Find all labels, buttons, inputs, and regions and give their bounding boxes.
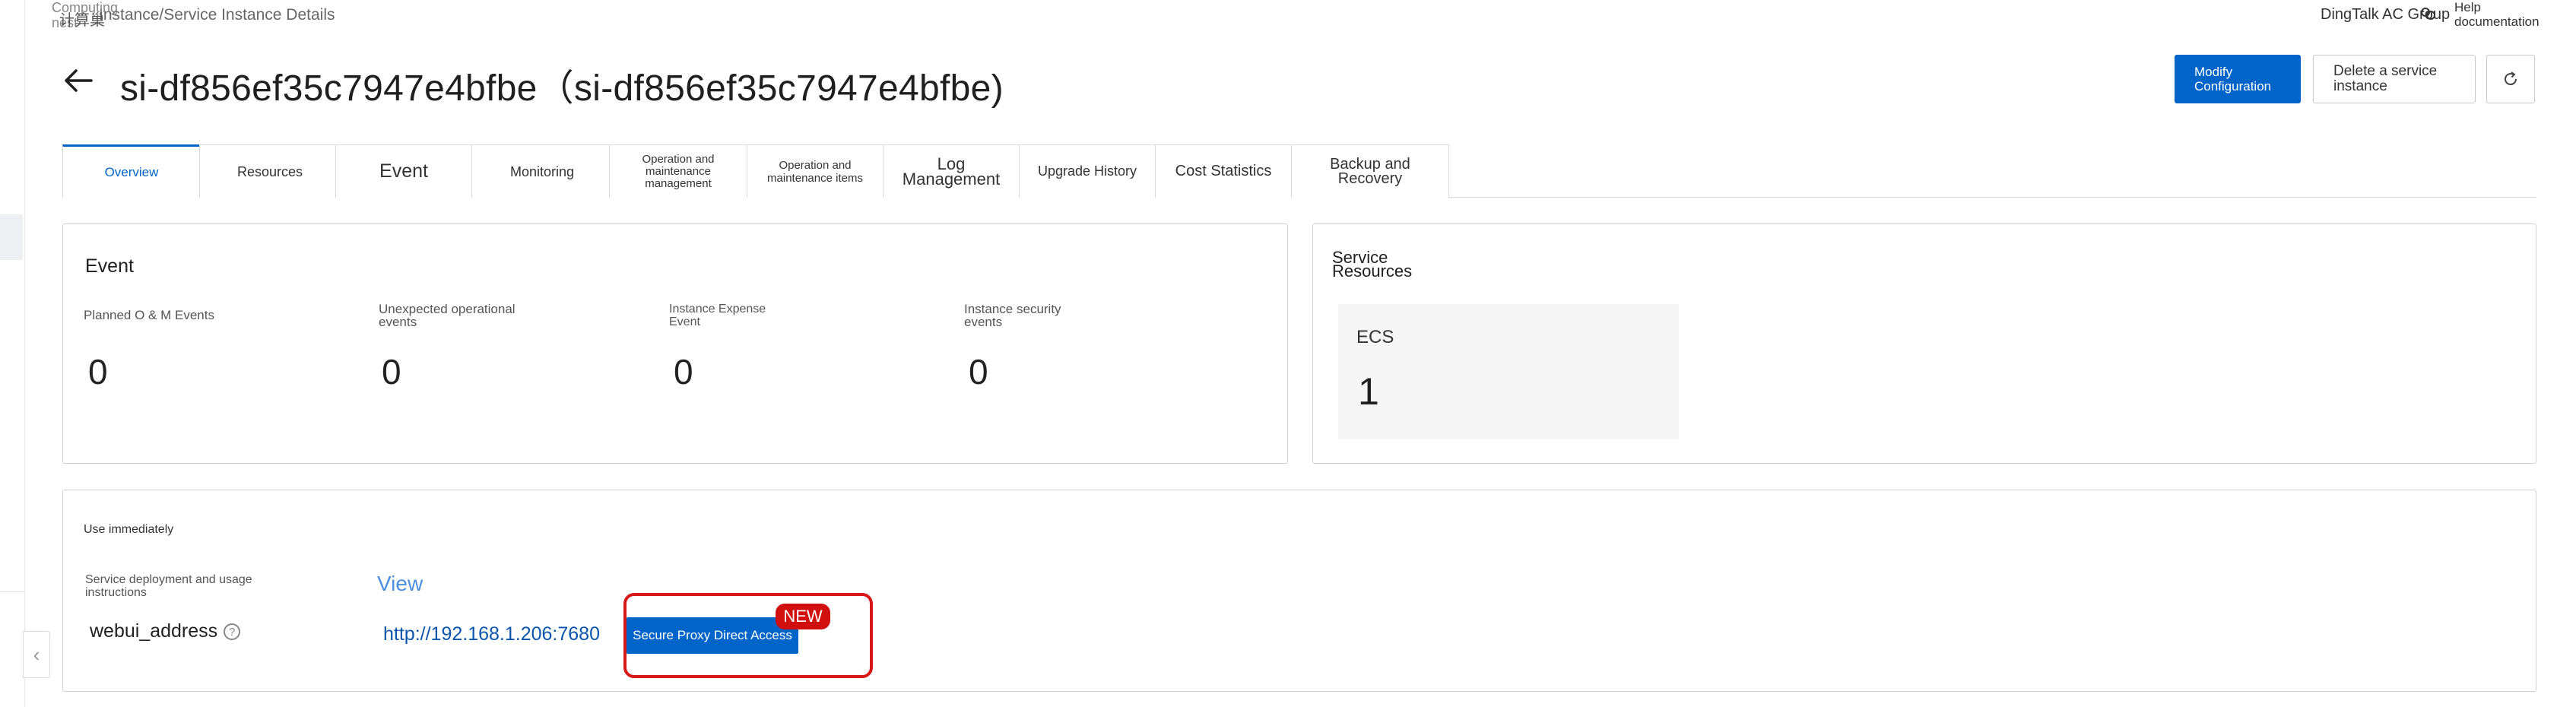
- secure-proxy-direct-access-button[interactable]: Secure Proxy Direct Access: [627, 617, 798, 654]
- delete-service-instance-button[interactable]: Delete a service instance: [2313, 55, 2476, 103]
- new-badge: NEW: [776, 604, 830, 629]
- group-icon[interactable]: [2419, 6, 2436, 27]
- view-instructions-link[interactable]: View: [377, 572, 423, 596]
- webui-address-row: webui_address?: [90, 620, 241, 642]
- use-immediately-panel: [62, 490, 2536, 692]
- instructions-label: Service deployment and usage instruction…: [85, 573, 252, 599]
- back-arrow-icon[interactable]: [61, 62, 97, 99]
- webui-address-label: webui_address: [90, 620, 218, 642]
- tab-monitoring[interactable]: Monitoring: [471, 144, 610, 198]
- tab-resources[interactable]: Resources: [199, 144, 336, 198]
- help-documentation-link[interactable]: Help documentation: [2454, 0, 2540, 29]
- tab-backup-recovery[interactable]: Backup and Recovery: [1291, 144, 1449, 198]
- sidebar-divider: [0, 591, 24, 592]
- tab-label: Log Management: [902, 154, 1001, 189]
- stat-value-planned[interactable]: 0: [88, 351, 108, 392]
- tab-label: Overview: [104, 164, 159, 179]
- tab-cost-statistics[interactable]: Cost Statistics: [1155, 144, 1292, 198]
- webui-address-link[interactable]: http://192.168.1.206:7680: [383, 623, 600, 645]
- tab-label: Operation and maintenance items: [767, 158, 863, 185]
- tab-overview[interactable]: Overview: [62, 144, 201, 198]
- tab-operation-maintenance-items[interactable]: Operation and maintenance items: [747, 144, 884, 198]
- collapse-sidebar-button[interactable]: ‹: [23, 631, 50, 678]
- use-immediately-title: Use immediately: [84, 523, 174, 536]
- delete-service-instance-label: Delete a service instance: [2333, 63, 2438, 94]
- stat-value-security[interactable]: 0: [969, 351, 988, 392]
- tab-label: Event: [379, 160, 428, 182]
- ecs-resource-card[interactable]: [1338, 304, 1679, 439]
- stat-label-expense: Instance Expense Event: [669, 303, 766, 328]
- service-resources-title: Service Resources: [1332, 248, 1413, 281]
- tab-event[interactable]: Event: [335, 144, 472, 198]
- modify-configuration-label: Modify Configuration: [2194, 65, 2272, 94]
- ecs-label: ECS: [1356, 327, 1394, 347]
- stat-label-unexpected: Unexpected operational events: [379, 302, 516, 329]
- help-circle-icon[interactable]: ?: [224, 623, 241, 641]
- left-sidebar: [0, 0, 25, 707]
- page-title: si-df856ef35c7947e4bfbe（si-df856ef35c794…: [120, 68, 1004, 109]
- event-panel-title: Event: [85, 255, 134, 277]
- refresh-icon: [2505, 71, 2517, 86]
- tab-log-management[interactable]: Log Management: [883, 144, 1020, 198]
- stat-value-unexpected[interactable]: 0: [382, 351, 401, 392]
- tab-label: Operation and maintenance management: [642, 152, 715, 190]
- sidebar-active-item[interactable]: [0, 214, 23, 260]
- tab-upgrade-history[interactable]: Upgrade History: [1019, 144, 1156, 198]
- stat-label-security: Instance security events: [964, 302, 1061, 329]
- event-panel: [62, 224, 1288, 464]
- breadcrumb-root-glyphs: 计算巢: [59, 12, 105, 29]
- tab-label: Resources: [237, 163, 303, 179]
- modify-configuration-button[interactable]: Modify Configuration: [2175, 55, 2301, 103]
- chevron-left-icon: ‹: [33, 642, 40, 666]
- tab-label: Cost Statistics: [1175, 163, 1272, 179]
- stat-value-expense[interactable]: 0: [674, 351, 693, 392]
- ecs-count[interactable]: 1: [1358, 369, 1379, 414]
- tab-operation-maintenance-management[interactable]: Operation and maintenance management: [609, 144, 747, 198]
- refresh-button[interactable]: [2486, 55, 2535, 103]
- stat-label-planned: Planned O & M Events: [84, 308, 214, 322]
- tab-label: Backup and Recovery: [1330, 155, 1410, 187]
- tab-label: Upgrade History: [1037, 163, 1137, 179]
- tab-label: Monitoring: [510, 163, 575, 179]
